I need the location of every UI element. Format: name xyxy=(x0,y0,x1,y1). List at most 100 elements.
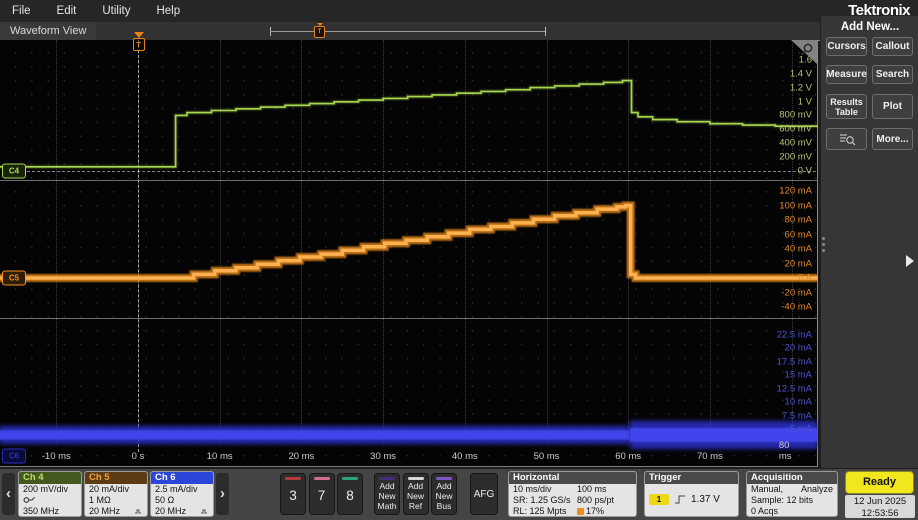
ch5-tick-label: 40 mA xyxy=(785,244,812,255)
menu-item-edit[interactable]: Edit xyxy=(57,5,77,17)
add-new-bus-button[interactable]: AddNewBus xyxy=(431,473,457,515)
add-new-measurebutton[interactable]: Measure xyxy=(826,65,867,84)
time-tick-label: 10 ms xyxy=(207,451,233,462)
channel-termination: 1 MΩ xyxy=(85,495,147,506)
acquisition-analyze: Analyze xyxy=(801,484,833,495)
bandwidth-limit-icon xyxy=(200,508,208,515)
channel-tag-c6[interactable]: C6 xyxy=(2,449,26,464)
horizontal-position: 17% xyxy=(586,506,604,516)
ch5-tick-label: 80 mA xyxy=(785,215,812,226)
mask-search-button[interactable] xyxy=(826,128,867,150)
afg-button[interactable]: AFG xyxy=(470,473,498,515)
trigger-indicator-t-icon: T xyxy=(133,38,145,51)
overview-right-bracket xyxy=(545,27,546,36)
probe-icon xyxy=(23,495,36,504)
channel-badge-header: Ch 5 xyxy=(85,472,147,484)
trigger-level: 1.37 V xyxy=(691,494,720,505)
ch5-tick-label: -20 mA xyxy=(781,287,812,298)
ch6-tick-label: 17.5 mA xyxy=(777,356,812,367)
channel-badge-ch6[interactable]: Ch 62.5 mA/div50 Ω20 MHz xyxy=(150,471,214,517)
add-new-plotbutton[interactable]: Plot xyxy=(872,94,913,119)
acquisition-mode: Manual, xyxy=(751,484,783,495)
trigger-indicator[interactable]: T xyxy=(131,32,146,51)
settings-bar: ‹ Ch 4200 mV/div350 MHzCh 520 mA/div1 MΩ… xyxy=(0,468,918,520)
add-new-math-button[interactable]: AddNewMath xyxy=(374,473,400,515)
trigger-position-flag-icon xyxy=(577,508,584,515)
channel-badge-ch4[interactable]: Ch 4200 mV/div350 MHz xyxy=(18,471,82,517)
channel-bandwidth: 20 MHz xyxy=(85,506,147,517)
channel-tag-c4[interactable]: C4 xyxy=(2,164,26,179)
results-bar-grip[interactable] xyxy=(822,234,826,255)
ch4-tick-label: 1 V xyxy=(798,96,812,107)
channel-color-stripe xyxy=(285,477,301,480)
tab-bar: Waveform View T xyxy=(0,22,820,41)
menu-items: File Edit Utility Help xyxy=(0,5,180,17)
ch6-tick-label: 22.5 mA xyxy=(777,329,812,340)
waveform-traces xyxy=(0,40,818,467)
ch5-tick-label: 20 mA xyxy=(785,258,812,269)
type-color-stripe xyxy=(379,477,395,480)
draw-zoom-box-control[interactable] xyxy=(791,40,817,64)
channel-8-button[interactable]: 8 xyxy=(337,473,363,515)
channel-3-button[interactable]: 3 xyxy=(280,473,306,515)
ch4-tick-label: 600 mV xyxy=(779,124,812,135)
channel-scale: 20 mA/div xyxy=(85,484,147,495)
time-tick-label: 80 ms xyxy=(779,440,804,462)
ch4-tick-label: 800 mV xyxy=(779,110,812,121)
date-text: 12 Jun 2025 xyxy=(845,496,915,508)
mask-search-icon xyxy=(837,132,857,146)
time-tick-label: 70 ms xyxy=(697,451,723,462)
horizontal-badge[interactable]: Horizontal 10 ms/div 100 ms SR: 1.25 GS/… xyxy=(508,471,637,517)
trigger-badge[interactable]: Trigger 1 1.37 V xyxy=(644,471,739,517)
ch6-tick-label: 15 mA xyxy=(785,370,812,381)
ch6-tick-label: 5 mA xyxy=(790,424,812,435)
acquisition-count: 0 Acqs xyxy=(747,506,837,517)
channel-scale: 200 mV/div xyxy=(19,484,81,495)
horizontal-duration: 100 ms xyxy=(577,484,632,495)
add-new-more-button[interactable]: More... xyxy=(872,128,913,150)
time-tick-label: 60 ms xyxy=(615,451,641,462)
channel-tag-c5[interactable]: C5 xyxy=(2,271,26,286)
scroll-channels-right-button[interactable]: › xyxy=(216,473,229,515)
add-new-cursorsbutton[interactable]: Cursors xyxy=(826,37,867,56)
ch5-tick-label: 0 A xyxy=(798,273,812,284)
horizontal-sample-rate: SR: 1.25 GS/s xyxy=(513,495,577,506)
acquisition-badge[interactable]: Acquisition Manual, Analyze Sample: 12 b… xyxy=(746,471,838,517)
overview-trigger-marker[interactable]: T xyxy=(314,26,325,38)
channel-number: 3 xyxy=(281,488,305,503)
time-tick-label: 40 ms xyxy=(452,451,478,462)
trigger-source-badge: 1 xyxy=(649,494,669,505)
ch5-tick-label: 60 mA xyxy=(785,229,812,240)
time-tick-label: -10 ms xyxy=(42,451,71,462)
add-new-calloutbutton[interactable]: Callout xyxy=(872,37,913,56)
channel-7-button[interactable]: 7 xyxy=(309,473,335,515)
add-new-ref-button[interactable]: AddNewRef xyxy=(403,473,429,515)
expand-panel-arrow-icon[interactable] xyxy=(906,255,914,267)
add-new-searchbutton[interactable]: Search xyxy=(872,65,913,84)
ch4-tick-label: 1.2 V xyxy=(790,82,812,93)
acquisition-sample: Sample: 12 bits xyxy=(747,495,837,506)
menu-item-file[interactable]: File xyxy=(12,5,31,17)
horizontal-position-overview[interactable]: T xyxy=(270,25,546,38)
menu-item-help[interactable]: Help xyxy=(156,5,180,17)
time-text: 12:53:56 xyxy=(845,508,915,520)
time-tick-label: 20 ms xyxy=(288,451,314,462)
tekscope-application: FileEditUtilityHelp Tektronix Waveform V… xyxy=(0,0,918,520)
ch6-tick-label: 10 mA xyxy=(785,397,812,408)
menu-item-utility[interactable]: Utility xyxy=(102,5,130,17)
channel-badge-header: Ch 4 xyxy=(19,472,81,484)
channel-badge-ch5[interactable]: Ch 520 mA/div1 MΩ20 MHz xyxy=(84,471,148,517)
bandwidth-limit-icon xyxy=(134,508,142,515)
channel-scale: 2.5 mA/div xyxy=(151,484,213,495)
ch6-tick-label: 20 mA xyxy=(785,343,812,354)
tab-waveform-view[interactable]: Waveform View xyxy=(0,22,96,40)
channel-number: 8 xyxy=(338,488,362,503)
channel-color-stripe xyxy=(314,477,330,480)
magnifier-icon xyxy=(799,42,815,58)
add-new-label: AddNewRef xyxy=(404,481,428,511)
scroll-channels-left-button[interactable]: ‹ xyxy=(2,473,15,515)
ch4-tick-label: 200 mV xyxy=(779,152,812,163)
add-new-results-tablebutton[interactable]: ResultsTable xyxy=(826,94,867,119)
add-new-title: Add New... xyxy=(821,21,918,33)
waveform-display[interactable]: -10 ms0 s10 ms20 ms30 ms40 ms50 ms60 ms7… xyxy=(0,40,818,467)
